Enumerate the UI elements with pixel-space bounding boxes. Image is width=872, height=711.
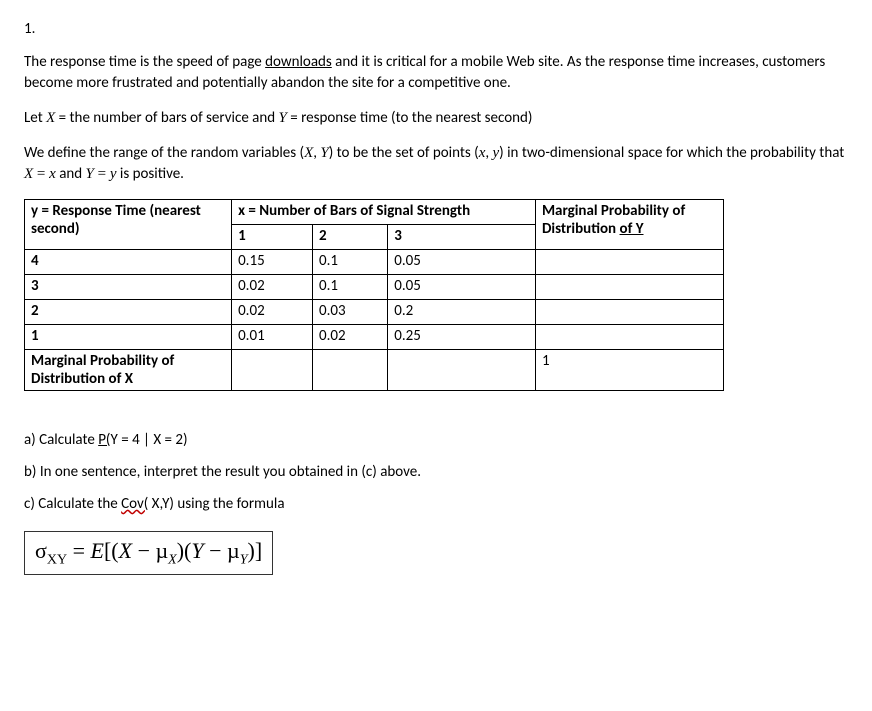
f-close1: )(	[177, 538, 192, 563]
f-eq: =	[67, 538, 90, 563]
cell	[535, 300, 723, 325]
p2-Y: Y	[279, 110, 287, 126]
cell: 0.05	[388, 250, 536, 275]
hdr-x: x = Number of Bars of Signal Strength	[232, 200, 536, 225]
p3-d: is positive.	[117, 165, 184, 183]
f-sub-y: Y	[240, 552, 248, 567]
qc-pre: c) Calculate the	[24, 495, 121, 513]
qa-link[interactable]: P(	[98, 431, 110, 449]
cell	[535, 275, 723, 300]
footer-c2	[313, 350, 388, 391]
p3-c: ) in two-dimensional space for which the…	[499, 144, 844, 162]
hdr-marg-text: Marginal Probability of Distribution	[542, 202, 685, 238]
f-minus1: − µ	[132, 538, 168, 563]
question-a: a) Calculate P(Y = 4 | X = 2)	[24, 431, 848, 449]
f-E: E	[91, 538, 104, 563]
cell-y: 4	[25, 250, 232, 275]
cell: 0.1	[313, 275, 388, 300]
p3-eq2: =	[94, 166, 110, 182]
intro-paragraph-2: Let X = the number of bars of service an…	[24, 108, 848, 129]
p3-y2: y	[110, 166, 117, 182]
f-sub-xy: XY	[47, 552, 67, 567]
table-row: 1 0.01 0.02 0.25	[25, 325, 724, 350]
hdr-marg: Marginal Probability of Distribution of …	[535, 200, 723, 250]
qc-post: X,Y) using the formula	[148, 495, 284, 513]
f-close2: )]	[248, 538, 263, 563]
qa-post: Y = 4 | X = 2)	[111, 431, 188, 449]
f-X: X	[119, 538, 132, 563]
joint-probability-table: y = Response Time (nearest second) x = N…	[24, 199, 724, 391]
footer-c1	[232, 350, 313, 391]
p3-Y2: Y	[86, 166, 94, 182]
qnum-text: 1.	[24, 20, 35, 38]
cell: 0.03	[313, 300, 388, 325]
cell: 0.1	[313, 250, 388, 275]
f-sigma: σ	[35, 538, 47, 563]
p2-resp: = response time (to the nearest second)	[287, 109, 533, 127]
cell: 0.02	[313, 325, 388, 350]
question-number: 1.	[24, 20, 848, 38]
table-row: 3 0.02 0.1 0.05	[25, 275, 724, 300]
footer-total: 1	[535, 350, 723, 391]
cell-y: 3	[25, 275, 232, 300]
cell: 0.05	[388, 275, 536, 300]
p3-and: and	[56, 165, 86, 183]
footer-c3	[388, 350, 536, 391]
p3-Y: Y	[320, 145, 328, 161]
sub-2: 2	[313, 225, 388, 250]
header-row-1: y = Response Time (nearest second) x = N…	[25, 200, 724, 225]
p2-let: Let	[24, 109, 46, 127]
cell-y: 1	[25, 325, 232, 350]
cell: 0.2	[388, 300, 536, 325]
cell: 0.15	[232, 250, 313, 275]
f-minus2: − µ	[204, 538, 240, 563]
f-sub-x: X	[168, 552, 177, 567]
p3-X2: X	[24, 166, 33, 182]
cell: 0.02	[232, 300, 313, 325]
table-row: 2 0.02 0.03 0.2	[25, 300, 724, 325]
footer-label: Marginal Probability of Distribution of …	[25, 350, 232, 391]
cell-y: 2	[25, 300, 232, 325]
hdr-marg-link[interactable]: of Y	[620, 220, 644, 238]
p3-comma2: ,	[485, 144, 492, 162]
cell: 0.01	[232, 325, 313, 350]
sub-1: 1	[232, 225, 313, 250]
covariance-formula: σXY = E[(X − µX)(Y − µY)]	[24, 531, 273, 575]
p3-x2: x	[49, 166, 56, 182]
table-row: 4 0.15 0.1 0.05	[25, 250, 724, 275]
intro-paragraph-3: We define the range of the random variab…	[24, 143, 848, 185]
f-Y: Y	[191, 538, 203, 563]
p3-b: ) to be the set of points (	[329, 144, 479, 162]
sub-3: 3	[388, 225, 536, 250]
p2-X: X	[46, 110, 55, 126]
cell: 0.25	[388, 325, 536, 350]
qa-pre: a) Calculate	[24, 431, 98, 449]
qb-text: b) In one sentence, interpret the result…	[24, 463, 421, 481]
downloads-link[interactable]: downloads	[265, 53, 332, 71]
p2-bars: = the number of bars of service and	[55, 109, 278, 127]
question-b: b) In one sentence, interpret the result…	[24, 463, 848, 481]
footer-row: Marginal Probability of Distribution of …	[25, 350, 724, 391]
question-c: c) Calculate the Cov( X,Y) using the for…	[24, 495, 848, 513]
hdr-y: y = Response Time (nearest second)	[25, 200, 232, 250]
cell	[535, 250, 723, 275]
p3-X: X	[304, 145, 313, 161]
cell: 0.02	[232, 275, 313, 300]
qc-wavy: Cov(	[121, 495, 148, 513]
intro-paragraph-1: The response time is the speed of page d…	[24, 52, 848, 94]
p3-a: We define the range of the random variab…	[24, 144, 304, 162]
cell	[535, 325, 723, 350]
p3-eq1: =	[33, 166, 49, 182]
f-lb: [(	[104, 538, 119, 563]
p1-pre: The response time is the speed of page	[24, 53, 265, 71]
